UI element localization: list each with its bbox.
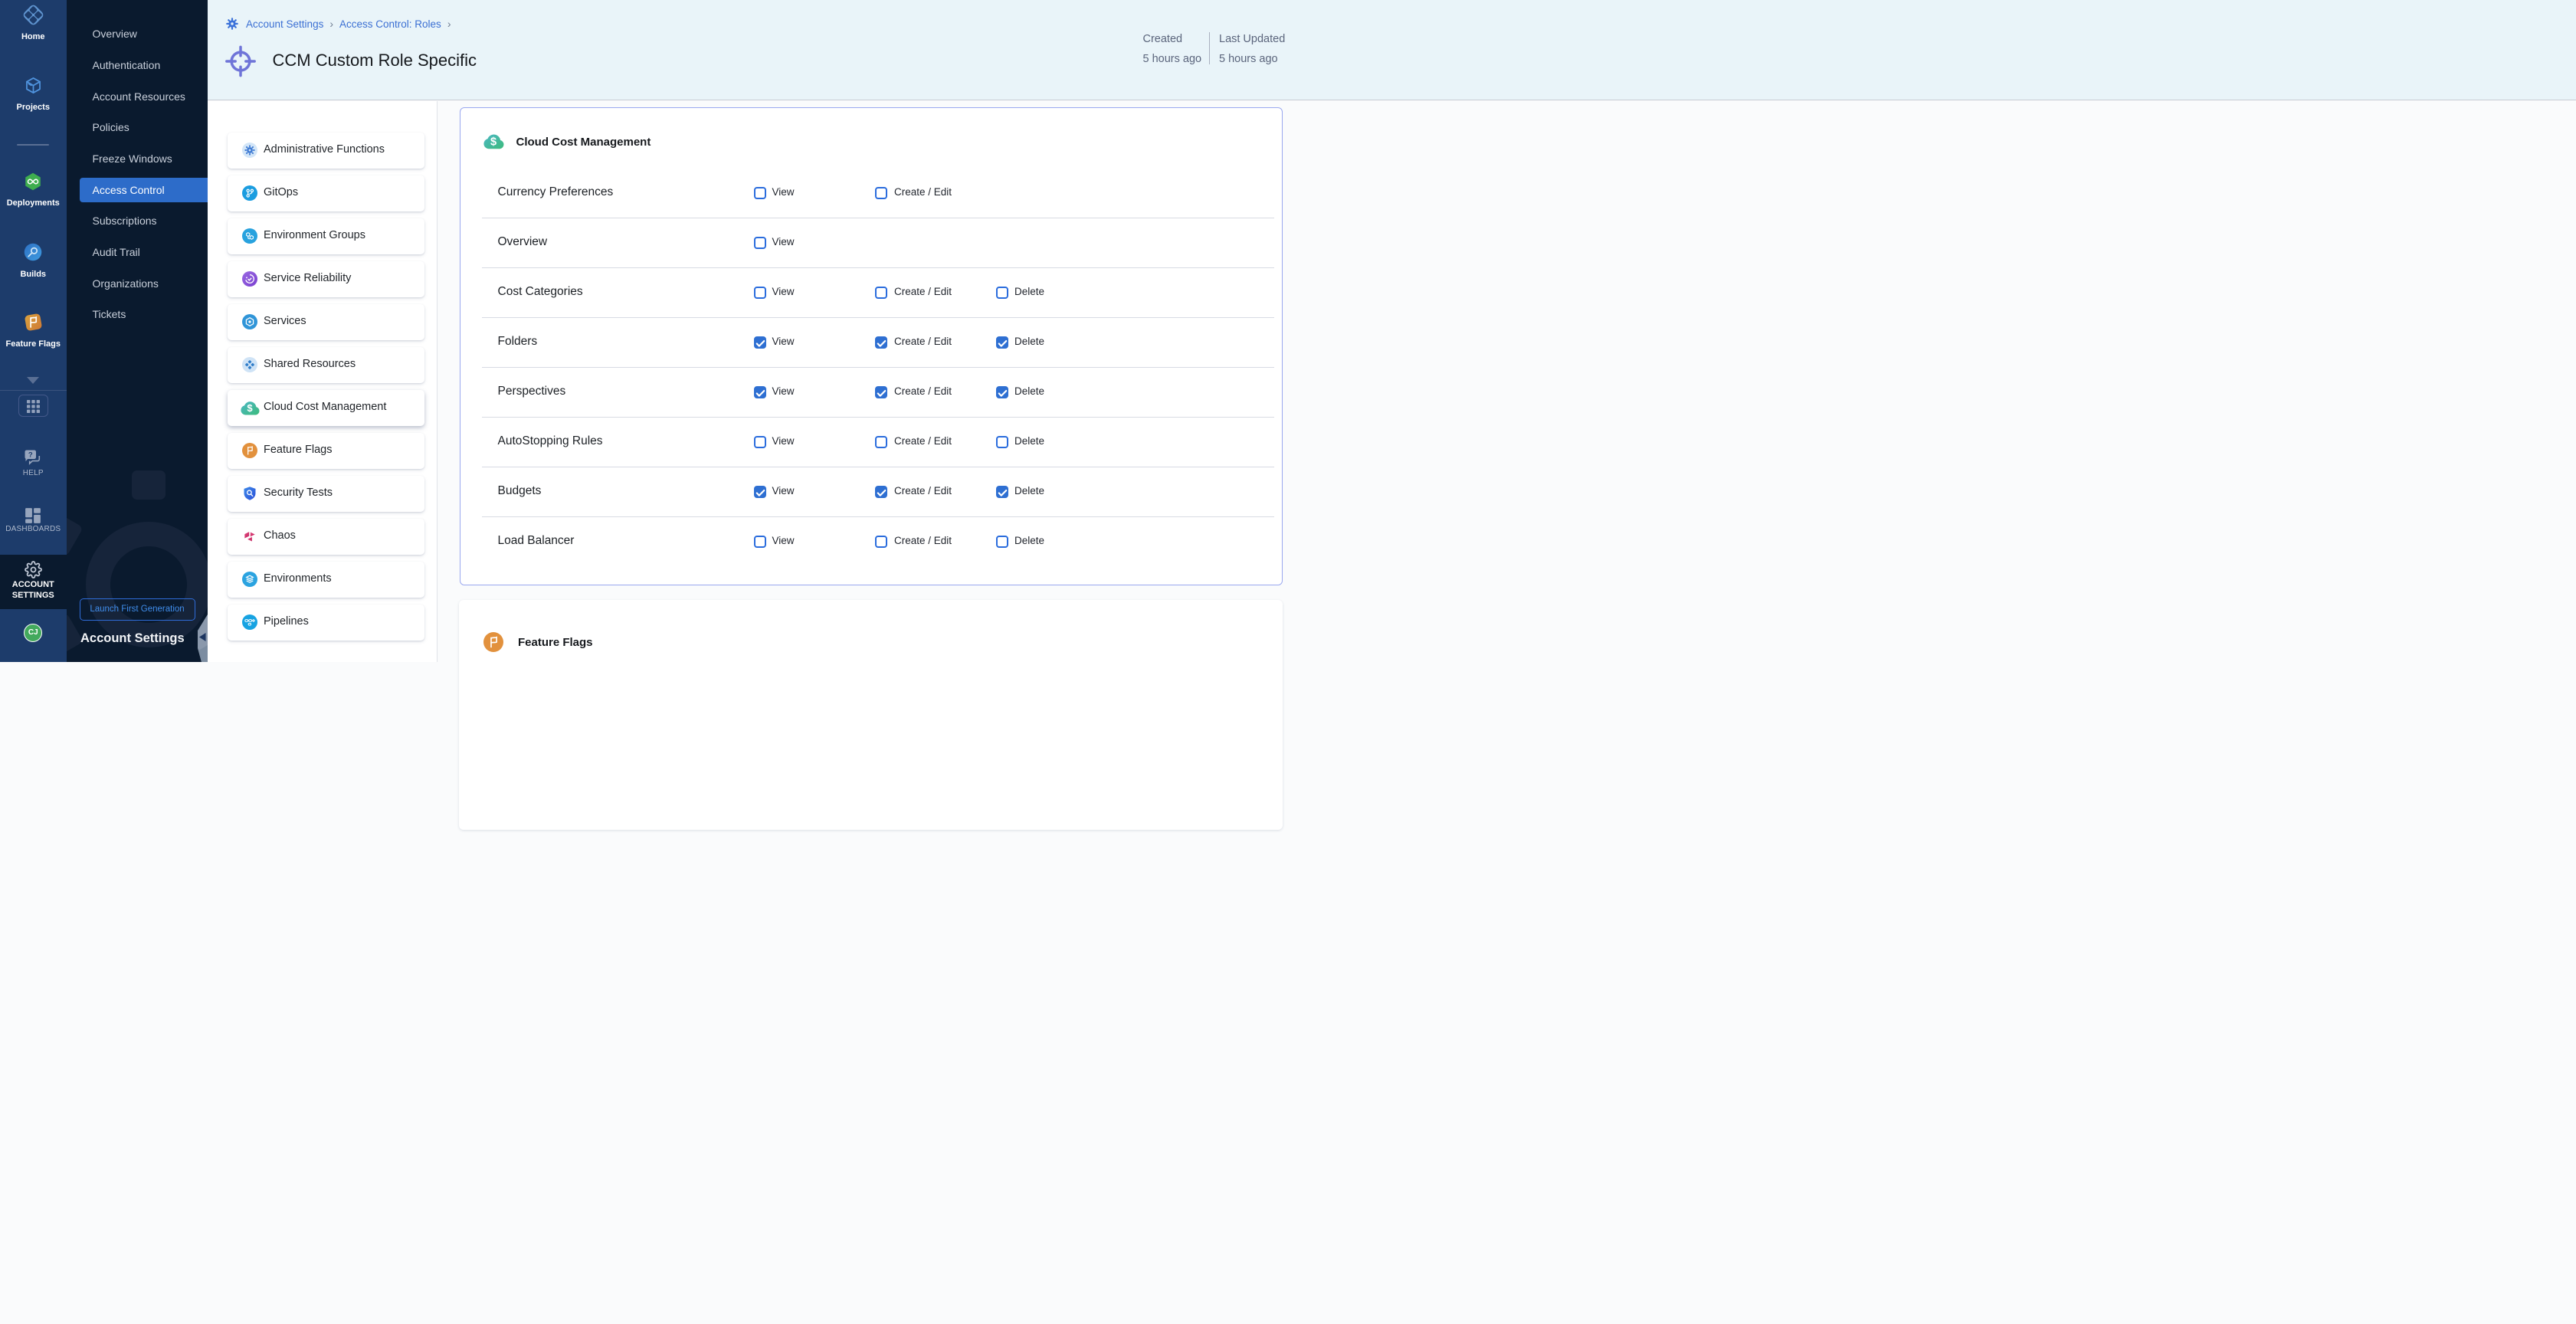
svg-text:$: $: [490, 136, 496, 148]
svg-text:$: $: [247, 402, 253, 414]
svg-text:?: ?: [28, 451, 33, 460]
